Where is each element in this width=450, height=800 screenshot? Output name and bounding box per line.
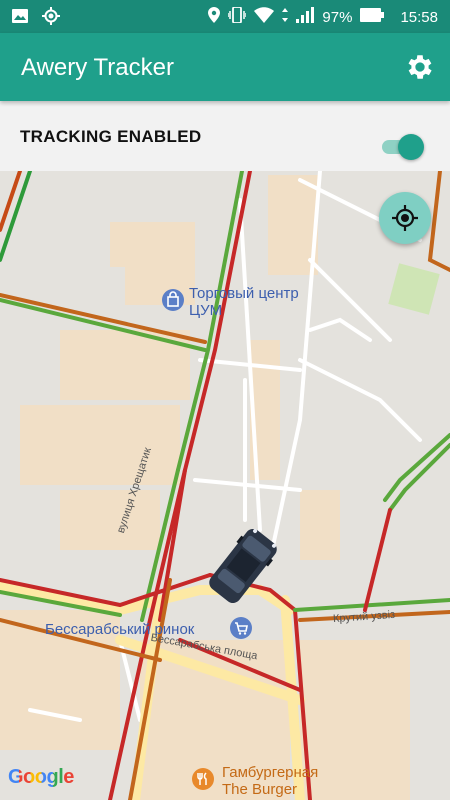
- place-label-burger[interactable]: Гамбургерная The Burger: [222, 764, 318, 798]
- shopping-bag-icon[interactable]: [162, 289, 184, 311]
- toggle-thumb: [398, 134, 424, 160]
- vibrate-icon: [227, 6, 248, 27]
- location-icon: [208, 7, 221, 27]
- tracking-label: TRACKING ENABLED: [20, 127, 202, 146]
- app-bar: Awery Tracker: [0, 33, 450, 101]
- data-arrows-icon: [282, 8, 289, 26]
- gear-icon: [408, 55, 432, 79]
- battery-percent: 97%: [322, 8, 353, 26]
- settings-button[interactable]: [404, 51, 436, 83]
- signal-icon: [296, 7, 315, 27]
- gps-icon: [42, 7, 60, 29]
- status-bar: 97% 15:58: [0, 0, 450, 33]
- map-view[interactable]: Торговый центр ЦУМ Бессарабський ринок Г…: [0, 171, 450, 800]
- tracking-toggle[interactable]: [378, 134, 424, 160]
- app-title: Awery Tracker: [21, 54, 174, 81]
- car-icon[interactable]: [203, 523, 283, 614]
- clock: 15:58: [400, 8, 438, 26]
- shopping-cart-icon[interactable]: [230, 617, 252, 639]
- google-logo: Google: [8, 766, 74, 788]
- wifi-icon: [254, 7, 275, 27]
- battery-icon: [360, 8, 385, 26]
- my-location-icon: [392, 205, 418, 231]
- image-icon: [12, 9, 28, 27]
- place-label-mall[interactable]: Торговый центр ЦУМ: [189, 285, 299, 319]
- my-location-button[interactable]: [379, 192, 431, 244]
- food-icon[interactable]: [192, 768, 214, 790]
- map-canvas: [0, 171, 450, 800]
